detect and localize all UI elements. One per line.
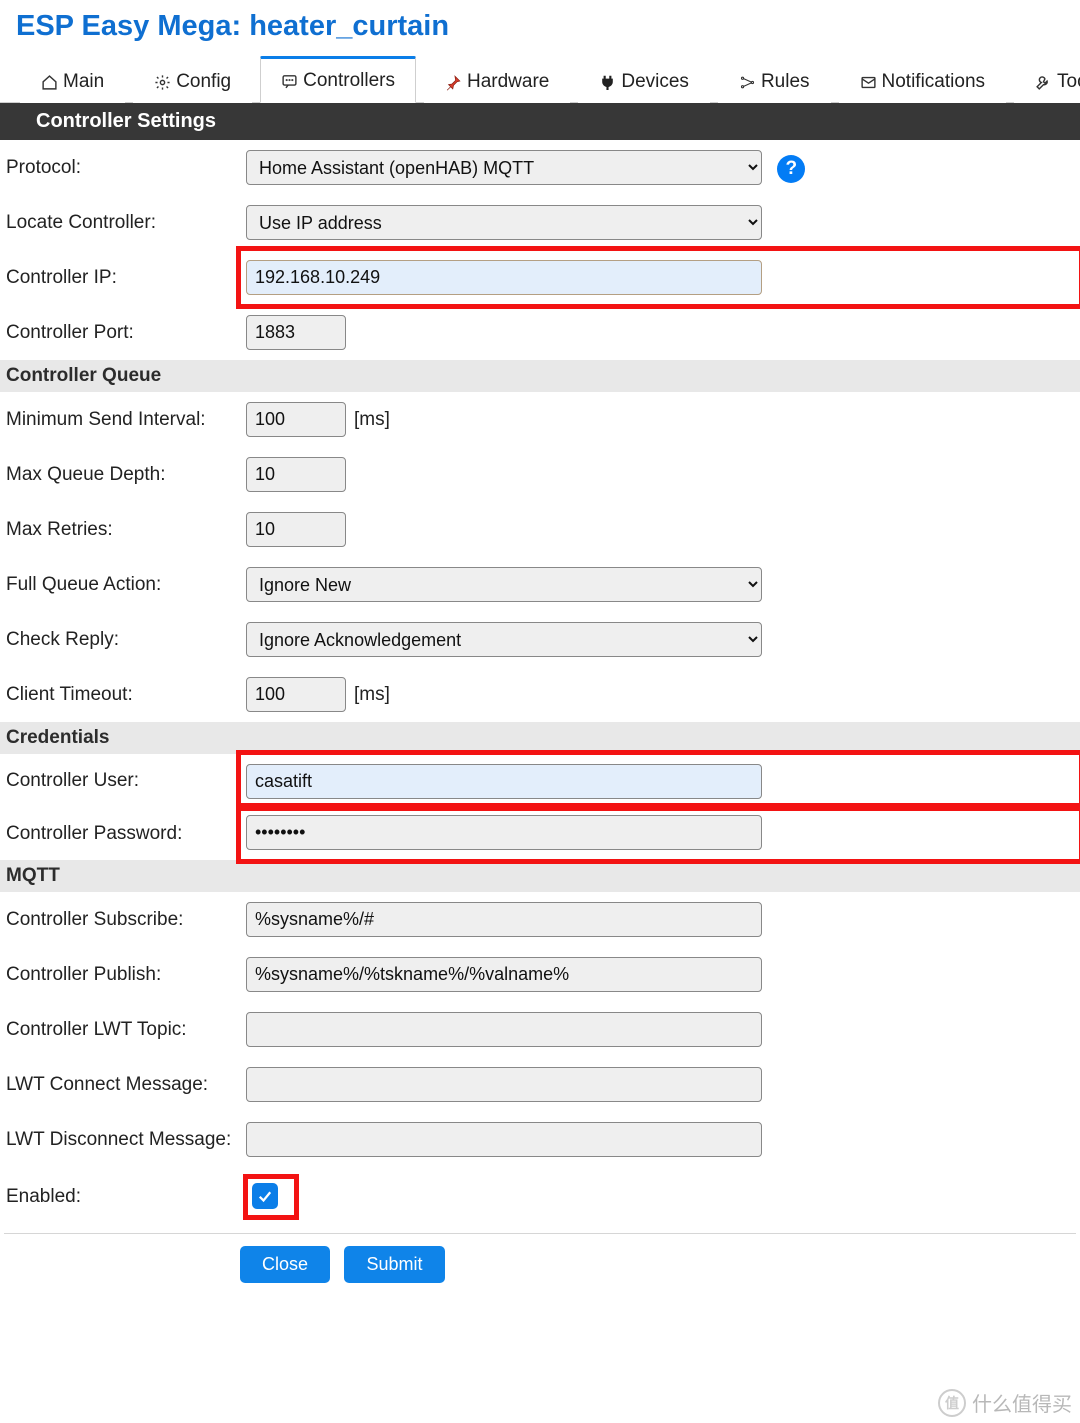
tab-tools-label: Tools <box>1057 71 1080 93</box>
divider <box>4 1233 1076 1234</box>
button-row: Close Submit <box>0 1246 1080 1283</box>
mail-icon <box>860 74 877 91</box>
enabled-checkbox[interactable] <box>252 1183 278 1209</box>
tab-controllers[interactable]: Controllers <box>260 56 416 103</box>
tab-rules-label: Rules <box>761 71 810 93</box>
checkmark-icon <box>256 1187 274 1205</box>
label-ip: Controller IP: <box>0 250 240 305</box>
controller-port-input[interactable] <box>246 315 346 350</box>
chat-icon <box>281 73 298 90</box>
label-max-queue: Max Queue Depth: <box>0 447 240 502</box>
submit-button[interactable]: Submit <box>344 1246 444 1283</box>
label-publish: Controller Publish: <box>0 947 240 1002</box>
label-lwt-connect: LWT Connect Message: <box>0 1057 240 1112</box>
lwt-topic-input[interactable] <box>246 1012 762 1047</box>
max-queue-input[interactable] <box>246 457 346 492</box>
label-full-queue: Full Queue Action: <box>0 557 240 612</box>
label-min-send: Minimum Send Interval: <box>0 392 240 447</box>
tab-hardware[interactable]: Hardware <box>424 59 570 103</box>
close-button[interactable]: Close <box>240 1246 330 1283</box>
help-icon[interactable]: ? <box>777 155 805 183</box>
plug-icon <box>599 74 616 91</box>
tab-controllers-label: Controllers <box>303 70 395 92</box>
label-client-timeout: Client Timeout: <box>0 667 240 722</box>
tab-main-label: Main <box>63 71 104 93</box>
unit-ms-1: [ms] <box>354 409 390 430</box>
label-check-reply: Check Reply: <box>0 612 240 667</box>
tab-notifications-label: Notifications <box>882 71 986 93</box>
full-queue-select[interactable]: Ignore New <box>246 567 762 602</box>
label-password: Controller Password: <box>0 807 240 860</box>
unit-ms-2: [ms] <box>354 684 390 705</box>
max-retries-input[interactable] <box>246 512 346 547</box>
watermark: 值 什么值得买 <box>938 1388 1072 1417</box>
home-icon <box>41 74 58 91</box>
label-enabled: Enabled: <box>0 1167 240 1227</box>
wrench-icon <box>1035 74 1052 91</box>
watermark-text: 什么值得买 <box>972 1388 1072 1417</box>
tab-main[interactable]: Main <box>20 59 125 103</box>
section-controller-queue: Controller Queue <box>0 360 1080 392</box>
section-credentials: Credentials <box>0 722 1080 754</box>
label-user: Controller User: <box>0 754 240 807</box>
tab-rules[interactable]: Rules <box>718 59 831 103</box>
label-port: Controller Port: <box>0 305 240 360</box>
publish-input[interactable] <box>246 957 762 992</box>
controller-password-input[interactable] <box>246 815 762 850</box>
section-controller-settings: Controller Settings <box>0 103 1080 140</box>
tab-hardware-label: Hardware <box>467 71 549 93</box>
label-lwt-disconnect: LWT Disconnect Message: <box>0 1112 240 1167</box>
label-lwt-topic: Controller LWT Topic: <box>0 1002 240 1057</box>
tab-bar: Main Config Controllers Hardware Devices… <box>0 55 1080 103</box>
page-title: ESP Easy Mega: heater_curtain <box>16 10 1080 43</box>
lwt-disconnect-input[interactable] <box>246 1122 762 1157</box>
label-max-retries: Max Retries: <box>0 502 240 557</box>
subscribe-input[interactable] <box>246 902 762 937</box>
min-send-input[interactable] <box>246 402 346 437</box>
pin-icon <box>445 74 462 91</box>
tab-notifications[interactable]: Notifications <box>839 59 1007 103</box>
client-timeout-input[interactable] <box>246 677 346 712</box>
tab-devices[interactable]: Devices <box>578 59 710 103</box>
protocol-select[interactable]: Home Assistant (openHAB) MQTT <box>246 150 762 185</box>
label-subscribe: Controller Subscribe: <box>0 892 240 947</box>
controller-user-input[interactable] <box>246 764 762 799</box>
check-reply-select[interactable]: Ignore Acknowledgement <box>246 622 762 657</box>
locate-select[interactable]: Use IP address <box>246 205 762 240</box>
tab-config[interactable]: Config <box>133 59 252 103</box>
nodes-icon <box>739 74 756 91</box>
section-mqtt: MQTT <box>0 860 1080 892</box>
label-protocol: Protocol: <box>0 140 240 195</box>
controller-ip-input[interactable] <box>246 260 762 295</box>
watermark-icon: 值 <box>938 1389 966 1417</box>
lwt-connect-input[interactable] <box>246 1067 762 1102</box>
tab-devices-label: Devices <box>621 71 689 93</box>
gear-icon <box>154 74 171 91</box>
tab-config-label: Config <box>176 71 231 93</box>
label-locate: Locate Controller: <box>0 195 240 250</box>
tab-tools[interactable]: Tools <box>1014 59 1080 103</box>
